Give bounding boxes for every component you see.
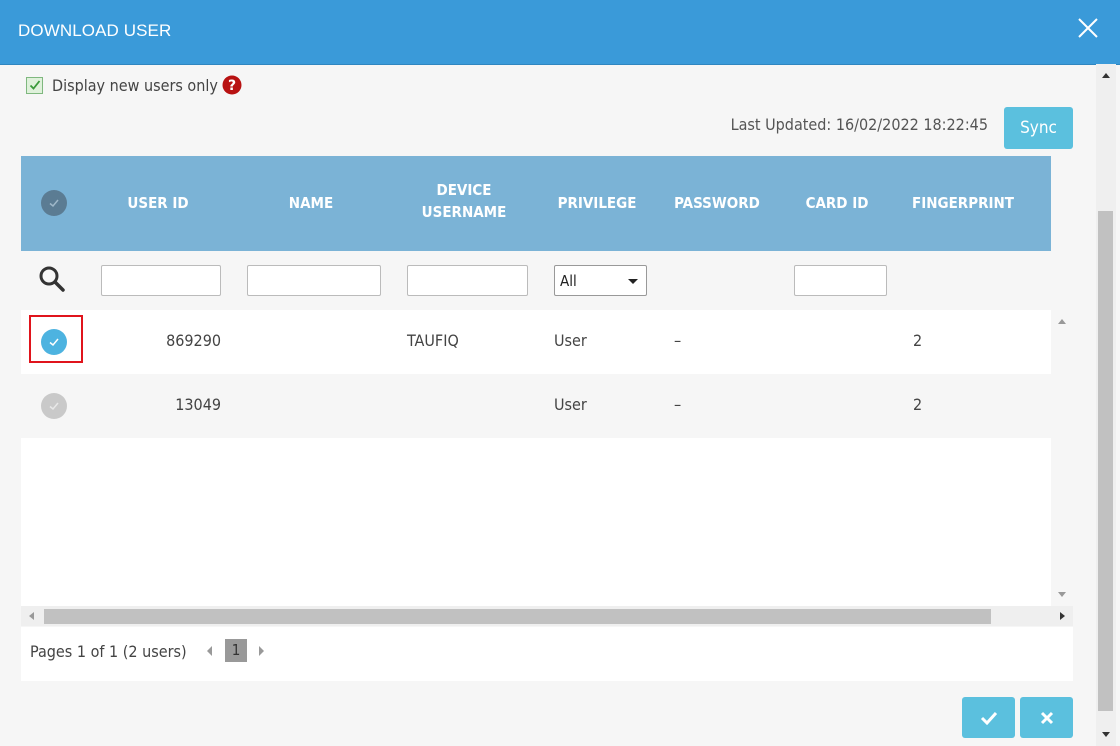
- confirm-button[interactable]: [962, 697, 1015, 738]
- pager: Pages 1 of 1 (2 users) 1: [21, 627, 1073, 681]
- filter-row: All: [21, 251, 1073, 310]
- cell-password: –: [674, 395, 682, 414]
- col-device-username-line2: USERNAME: [421, 203, 507, 221]
- pager-info: Pages 1 of 1 (2 users): [30, 642, 187, 661]
- horizontal-scroll-thumb[interactable]: [44, 609, 991, 624]
- col-privilege[interactable]: PRIVILEGE: [547, 192, 647, 214]
- check-icon: [49, 402, 59, 411]
- page-number-button[interactable]: 1: [225, 639, 247, 662]
- scroll-up-icon[interactable]: [1058, 319, 1066, 324]
- new-users-label: Display new users only: [52, 75, 218, 95]
- scroll-up-icon[interactable]: [1102, 73, 1110, 78]
- users-table: USER ID NAME DEVICE USERNAME PRIVILEGE P…: [21, 156, 1073, 681]
- cancel-button[interactable]: [1020, 697, 1073, 738]
- privilege-filter-value: All: [560, 272, 577, 290]
- card-id-filter[interactable]: [794, 265, 887, 296]
- col-device-username[interactable]: DEVICE USERNAME: [404, 179, 524, 223]
- new-users-option: Display new users only ?: [26, 74, 242, 96]
- name-filter[interactable]: [247, 265, 381, 296]
- check-icon: [980, 711, 997, 725]
- table-horizontal-scrollbar[interactable]: [21, 606, 1073, 626]
- cell-device-username: TAUFIQ: [407, 331, 459, 350]
- cell-user-id: 869290: [166, 331, 221, 350]
- select-all-checkbox[interactable]: [41, 190, 67, 216]
- cell-fingerprint: 2: [913, 331, 923, 350]
- privilege-filter-select[interactable]: All: [554, 265, 647, 296]
- scroll-right-icon[interactable]: [1060, 612, 1065, 620]
- dialog-vertical-scrollbar[interactable]: [1096, 64, 1116, 746]
- row-checkbox[interactable]: [41, 393, 67, 419]
- help-icon[interactable]: ?: [222, 75, 242, 95]
- new-users-checkbox[interactable]: [26, 76, 43, 94]
- col-fingerprint[interactable]: FINGERPRINT: [903, 192, 1023, 214]
- last-updated-text: Last Updated: 16/02/2022 18:22:45: [730, 115, 988, 134]
- prev-page-icon[interactable]: [207, 646, 212, 656]
- search-icon: [39, 266, 65, 292]
- col-device-username-line1: DEVICE: [436, 181, 492, 199]
- table-header: USER ID NAME DEVICE USERNAME PRIVILEGE P…: [21, 156, 1051, 251]
- check-icon: [49, 199, 59, 208]
- dialog-titlebar: DOWNLOAD USER: [0, 0, 1120, 65]
- dialog-title: DOWNLOAD USER: [18, 21, 172, 40]
- selection-highlight: [29, 315, 83, 363]
- vertical-scroll-thumb[interactable]: [1098, 211, 1113, 711]
- cell-privilege: User: [554, 331, 587, 350]
- col-password[interactable]: PASSWORD: [667, 192, 767, 214]
- times-icon: [1040, 711, 1053, 724]
- svg-text:?: ?: [228, 78, 236, 94]
- user-id-filter[interactable]: [101, 265, 221, 296]
- cell-privilege: User: [554, 395, 587, 414]
- cell-fingerprint: 2: [913, 395, 923, 414]
- scroll-left-icon[interactable]: [29, 612, 34, 620]
- close-icon[interactable]: [1076, 16, 1100, 40]
- col-card-id[interactable]: CARD ID: [787, 192, 887, 214]
- table-vertical-scrollbar[interactable]: [1051, 310, 1073, 606]
- col-user-id[interactable]: USER ID: [109, 192, 207, 214]
- table-row[interactable]: 869290 TAUFIQ User – 2: [21, 310, 1051, 374]
- table-row[interactable]: 13049 User – 2: [21, 374, 1051, 438]
- col-name[interactable]: NAME: [261, 192, 361, 214]
- cell-password: –: [674, 331, 682, 350]
- next-page-icon[interactable]: [259, 646, 264, 656]
- scroll-down-icon[interactable]: [1102, 732, 1110, 737]
- sync-button[interactable]: Sync: [1004, 107, 1073, 149]
- table-body: 869290 TAUFIQ User – 2 13049 User – 2: [21, 310, 1073, 606]
- check-icon: [29, 80, 40, 90]
- cell-user-id: 13049: [175, 395, 221, 414]
- caret-down-icon: [628, 279, 638, 284]
- device-username-filter[interactable]: [407, 265, 528, 296]
- scroll-down-icon[interactable]: [1058, 592, 1066, 597]
